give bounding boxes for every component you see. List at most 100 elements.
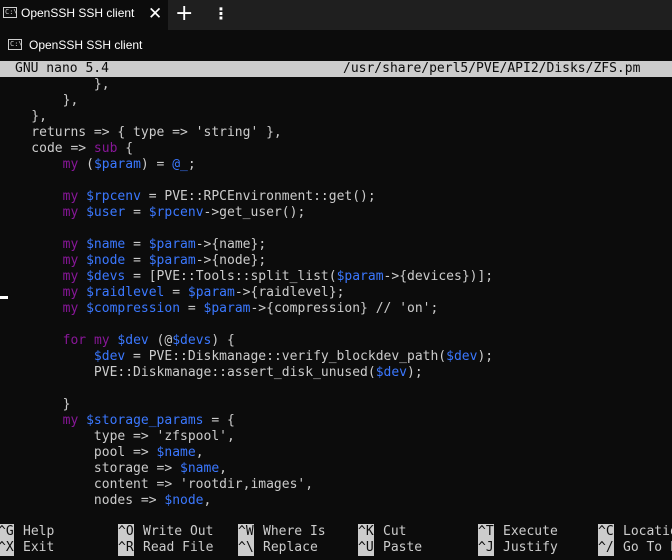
code-line: my $rpcenv = PVE::RPCEnvironment::get(); bbox=[0, 189, 672, 205]
shortcut-key: ^O bbox=[118, 524, 134, 540]
code-token: my bbox=[62, 269, 79, 284]
code-token: $devs bbox=[86, 269, 126, 284]
shortcut-key: ^/ bbox=[598, 540, 614, 556]
code-token: $storage_params bbox=[86, 413, 204, 428]
code-token: my bbox=[62, 205, 79, 220]
code-token: my bbox=[62, 413, 79, 428]
code-token: $param bbox=[148, 253, 196, 268]
code-token: }, bbox=[0, 93, 79, 108]
code-token: ->{name}; bbox=[195, 237, 267, 252]
code-token: $rpcenv bbox=[86, 189, 141, 204]
code-token: { bbox=[117, 141, 134, 156]
code-token: my bbox=[62, 301, 79, 316]
code-token: , bbox=[203, 493, 212, 508]
code-token: $dev bbox=[375, 365, 407, 380]
shortcut-label: Replace bbox=[263, 540, 318, 555]
code-token: = bbox=[164, 285, 188, 300]
code-token: $dev bbox=[446, 349, 478, 364]
shortcut-label: Location bbox=[623, 524, 672, 539]
code-line: $dev = PVE::Diskmanage::verify_blockdev_… bbox=[0, 349, 672, 365]
shortcut-label: Help bbox=[23, 524, 55, 539]
close-icon[interactable]: ✕ bbox=[148, 4, 162, 24]
shortcut-key: ^W bbox=[238, 524, 254, 540]
shortcut-key: ^U bbox=[358, 540, 374, 556]
code-line: }, bbox=[0, 77, 672, 93]
code-token: , bbox=[219, 461, 227, 476]
code-token: = bbox=[180, 301, 204, 316]
shortcut-label: Exit bbox=[23, 540, 55, 555]
code-line: nodes => $node, bbox=[0, 493, 672, 509]
code-token: sub bbox=[93, 141, 118, 156]
code-token: $compression bbox=[86, 301, 181, 316]
shortcut-key: ^X bbox=[0, 540, 14, 556]
file-path: /usr/share/perl5/PVE/API2/Disks/ZFS.pm bbox=[343, 61, 641, 76]
terminal-tab-bar: C:\ OpenSSH SSH client ✕ + ⋮ bbox=[0, 0, 672, 30]
code-token: = { bbox=[203, 413, 235, 428]
shortcut-key: ^J bbox=[478, 540, 494, 556]
code-line: my $raidlevel = $param->{raidlevel}; bbox=[0, 285, 672, 301]
code-token: my bbox=[62, 285, 79, 300]
more-options-icon[interactable]: ⋮ bbox=[213, 4, 229, 24]
editor-text-area[interactable]: }, }, }, returns => { type => 'string' }… bbox=[0, 77, 672, 520]
code-line: pool => $name, bbox=[0, 445, 672, 461]
shortcut-key: ^R bbox=[118, 540, 134, 556]
code-token: $param bbox=[148, 237, 196, 252]
tab-openssh[interactable]: C:\ OpenSSH SSH client ✕ bbox=[0, 0, 168, 30]
code-token: }, bbox=[0, 109, 47, 124]
code-token: ->{node}; bbox=[195, 253, 267, 268]
text-cursor bbox=[0, 296, 8, 299]
shortcut-label: Go To Line bbox=[623, 540, 672, 555]
code-token: $param bbox=[187, 285, 235, 300]
code-token: = PVE::RPCEnvironment::get(); bbox=[140, 189, 376, 204]
code-line: my $user = $rpcenv->get_user(); bbox=[0, 205, 672, 221]
code-line: storage => $name, bbox=[0, 461, 672, 477]
shortcut-label: Write Out bbox=[143, 524, 214, 539]
code-token: PVE::Diskmanage::assert_disk_unused( bbox=[0, 365, 376, 380]
code-token: $name bbox=[86, 237, 126, 252]
code-token: my bbox=[62, 157, 79, 172]
code-token: ( bbox=[78, 157, 94, 172]
code-token: ) { bbox=[211, 333, 235, 348]
code-token: storage => bbox=[0, 461, 181, 476]
nano-version: GNU nano 5.4 bbox=[15, 61, 109, 76]
code-token: = PVE::Diskmanage::verify_blockdev_path( bbox=[125, 349, 447, 364]
code-token: $dev bbox=[117, 333, 149, 348]
shortcut-label: Read File bbox=[143, 540, 214, 555]
code-token: $name bbox=[180, 461, 220, 476]
code-token: $dev bbox=[93, 349, 126, 364]
code-token: $name bbox=[156, 445, 196, 460]
new-tab-button[interactable]: + bbox=[175, 2, 193, 26]
code-token: = [PVE::Tools::split_list( bbox=[125, 269, 337, 284]
code-token: my bbox=[62, 253, 79, 268]
code-token: $user bbox=[86, 205, 126, 220]
code-token: ); bbox=[407, 365, 423, 380]
code-token: $raidlevel bbox=[86, 285, 165, 300]
code-token: $param bbox=[203, 301, 251, 316]
nano-header-bar: GNU nano 5.4 /usr/share/perl5/PVE/API2/D… bbox=[0, 61, 672, 77]
code-token: (@ bbox=[148, 333, 173, 348]
code-line: content => 'rootdir,images', bbox=[0, 477, 672, 493]
code-line: type => 'zfspool', bbox=[0, 429, 672, 445]
code-line: for my $dev (@$devs) { bbox=[0, 333, 672, 349]
code-token: returns => { type => 'string' }, bbox=[0, 125, 282, 140]
code-token: for bbox=[62, 333, 87, 348]
code-token: content => 'rootdir,images', bbox=[0, 477, 314, 492]
code-line: my $storage_params = { bbox=[0, 413, 672, 429]
window-title-bar: C:\ OpenSSH SSH client bbox=[0, 30, 672, 59]
